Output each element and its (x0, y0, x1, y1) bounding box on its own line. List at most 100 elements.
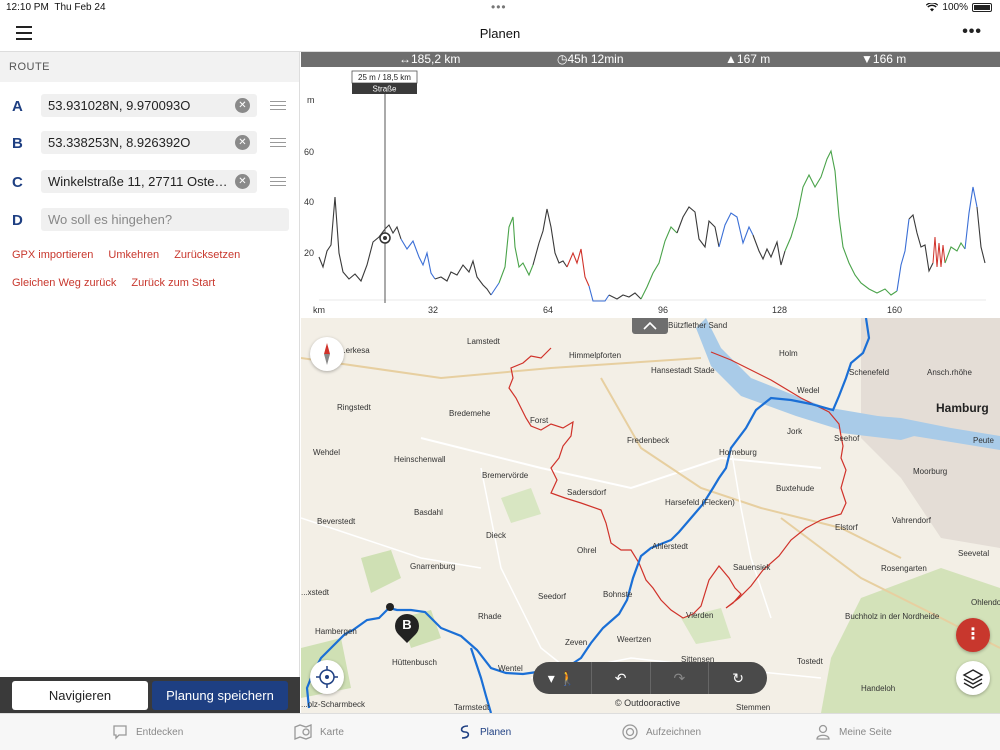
distance-icon: ↔ (399, 52, 411, 66)
waypoint-d-input[interactable]: Wo soll es hingehen? (41, 208, 289, 231)
profile-line-segment (608, 292, 642, 300)
profile-line-segment (434, 259, 492, 296)
x-tick: 32 (428, 305, 438, 315)
x-tick: 96 (658, 305, 668, 315)
map-label: ...olz-Scharmbeck (301, 700, 366, 709)
map-label: Vahrendorf (892, 516, 931, 525)
expand-profile-button[interactable] (632, 318, 668, 334)
mode-walk-button[interactable]: ▾ 🚶 (533, 662, 592, 694)
multitask-dots[interactable]: ••• (491, 0, 507, 14)
tab-entdecken[interactable]: Entdecken (112, 724, 183, 740)
map-label: Forst (530, 416, 549, 425)
roundtrip-button[interactable]: ↻ (709, 662, 767, 694)
map-label: Holm (779, 349, 798, 358)
gpx-import-link[interactable]: GPX importieren (12, 249, 93, 261)
stat-duration: ◷45h 12min (557, 52, 624, 66)
profile-line-segment (896, 218, 910, 292)
profile-line-segment (490, 282, 500, 296)
route-header: ROUTE (0, 52, 299, 82)
tab-planen[interactable]: Planen (458, 724, 511, 740)
descent-icon: ▼ (861, 52, 873, 66)
layers-icon (962, 669, 984, 689)
waypoint-a-input[interactable]: 53.931028N, 9.970093O (41, 94, 257, 117)
tab-aufzeichnen[interactable]: Aufzeichnen (622, 724, 701, 740)
map-label: Dieck (486, 531, 507, 540)
profile-line-segment (566, 248, 590, 287)
map-label: Beverstedt (317, 517, 356, 526)
map-label: Weertzen (617, 635, 652, 644)
navigate-button[interactable]: Navigieren (12, 681, 148, 710)
walk-icon: ▾ 🚶 (547, 670, 577, 686)
map-label: Peute (973, 436, 994, 445)
reverse-link[interactable]: Umkehren (108, 249, 159, 261)
elevation-profile[interactable]: m 60 40 20 km 32 64 96 128 160 25 m / 18… (301, 67, 1000, 318)
profile-line-segment (400, 238, 436, 280)
profile-line-segment (964, 186, 978, 250)
nav-bar: Planen ••• (0, 16, 1000, 52)
compass-button[interactable] (310, 337, 344, 371)
map-label: Hüttenbusch (392, 658, 437, 667)
status-right: 100% (926, 2, 992, 13)
map-label: Rosengarten (881, 564, 927, 573)
map-label: Gnarrenburg (410, 562, 456, 571)
battery-icon (972, 3, 992, 12)
locate-button[interactable] (310, 660, 344, 694)
profile-line-segment (676, 206, 720, 249)
map-label: Tarmstedt (454, 703, 490, 712)
stat-descent: ▼166 m (861, 52, 907, 66)
y-tick: 60 (304, 147, 314, 157)
tab-karte[interactable]: Karte (294, 724, 344, 740)
locate-icon (316, 666, 338, 688)
stat-ascent: ▲167 m (725, 52, 771, 66)
map-label: Hambergen (315, 627, 357, 636)
save-plan-button[interactable]: Planung speichern (152, 681, 288, 710)
map-label: Bremervörde (482, 471, 529, 480)
waypoint-c-input[interactable]: Winkelstraße 11, 27711 Osterholz-Scharmb… (41, 170, 257, 193)
map-label: ...xstedt (301, 588, 330, 597)
route-point-dot[interactable] (386, 603, 394, 611)
clear-icon[interactable]: ✕ (235, 135, 250, 150)
layers-button[interactable] (956, 661, 990, 695)
more-options-icon[interactable]: ••• (962, 23, 982, 41)
clear-icon[interactable]: ✕ (235, 98, 250, 113)
tab-meine-seite[interactable]: Meine Seite (815, 724, 892, 740)
y-unit-label: m (307, 95, 315, 105)
drag-handle-icon[interactable] (270, 177, 286, 189)
map-label: Vierden (686, 611, 714, 620)
map-label: Elstorf (835, 523, 858, 532)
elevation-chart: m 60 40 20 km 32 64 96 128 160 25 m / 18… (304, 70, 986, 315)
map-label: Buxtehude (776, 484, 815, 493)
redo-button[interactable]: ↷ (651, 662, 710, 694)
map-label: Rhade (478, 612, 502, 621)
profile-icon (816, 724, 830, 740)
y-tick: 40 (304, 197, 314, 207)
map-label: Heinschenwall (394, 455, 446, 464)
map-label: Handeloh (861, 684, 896, 693)
tab-bar: Entdecken Karte Planen Aufzeichnen Meine… (0, 713, 1000, 750)
drag-handle-icon[interactable] (270, 138, 286, 150)
map-copyright: © Outdooractive (615, 698, 681, 708)
waypoint-label: B (12, 135, 23, 152)
same-way-back-link[interactable]: Gleichen Weg zurück (12, 277, 116, 289)
map-view[interactable]: Lamstedt Himmelpforten Hansestadt Stade … (301, 318, 1000, 713)
reset-link[interactable]: Zurücksetzen (174, 249, 240, 261)
back-to-start-link[interactable]: Zurück zum Start (131, 277, 215, 289)
record-icon (622, 724, 638, 740)
waypoint-b-input[interactable]: 53.338253N, 8.926392O (41, 131, 257, 154)
more-actions-button[interactable]: ⋮ (956, 618, 990, 652)
profile-line-segment (784, 149, 898, 296)
waypoint-label: C (12, 174, 23, 191)
profile-line-segment (976, 206, 986, 264)
map-label: Tostedt (797, 657, 823, 666)
undo-button[interactable]: ↶ (592, 662, 651, 694)
map-label: Hamburg (936, 401, 989, 415)
chevron-up-icon (643, 321, 657, 330)
route-actions-row1: GPX importieren Umkehren Zurücksetzen (12, 249, 252, 261)
map-label: Bützflether Sand (668, 321, 728, 330)
map-label: Seevetal (958, 549, 990, 558)
profile-line-segment (588, 285, 610, 302)
map-label: Ringstedt (337, 403, 371, 412)
clear-icon[interactable]: ✕ (235, 174, 250, 189)
map-label: Harsefeld (Flecken) (665, 498, 735, 507)
drag-handle-icon[interactable] (270, 101, 286, 113)
